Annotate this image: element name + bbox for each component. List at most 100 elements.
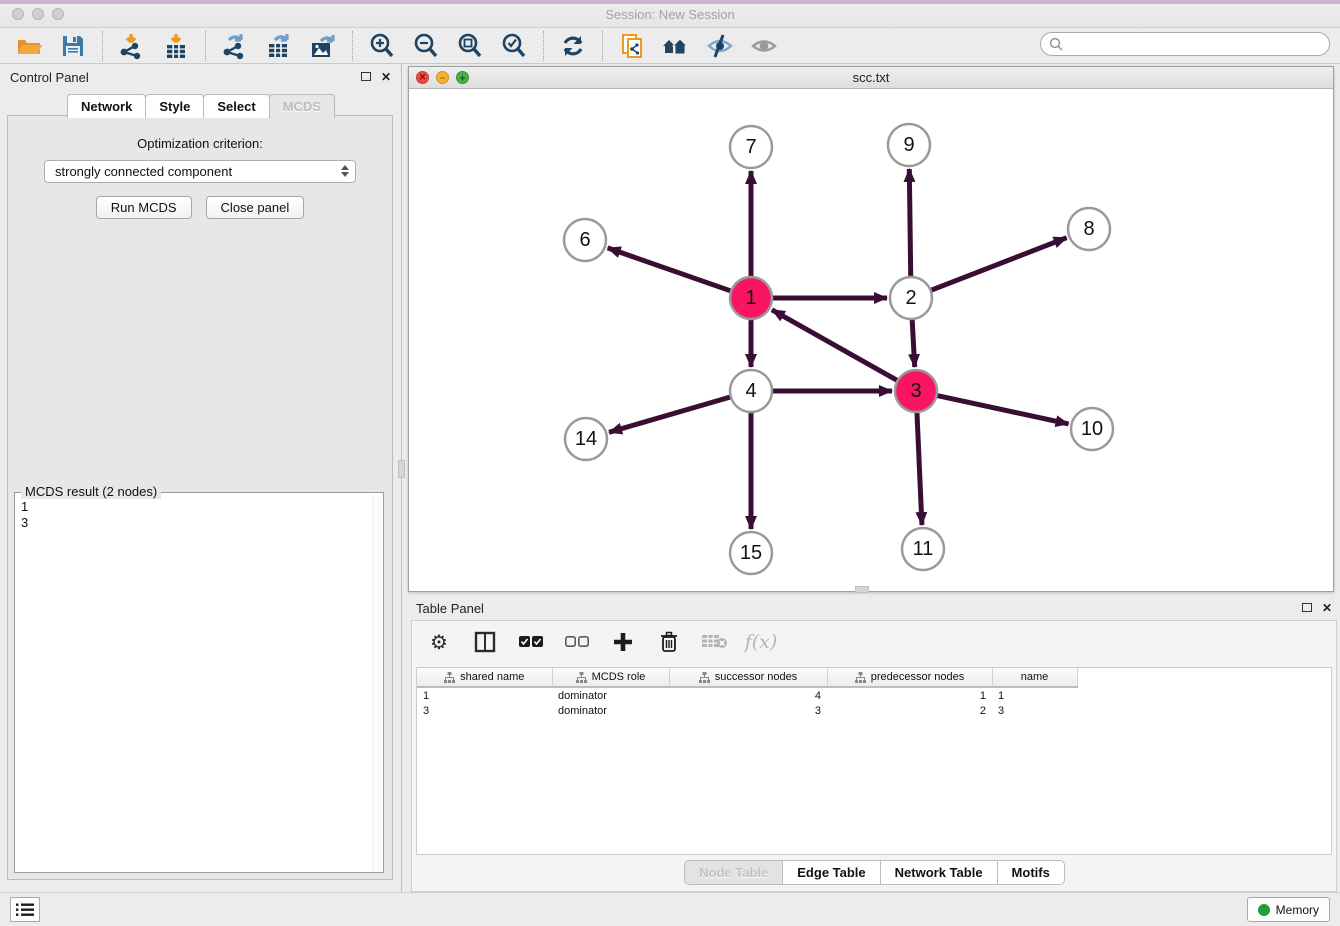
edge-4-14[interactable]: [609, 397, 731, 432]
cell-name[interactable]: 3: [992, 703, 1077, 719]
control-panel-tabs: NetworkStyleSelectMCDS: [0, 94, 401, 118]
cell-shared-name[interactable]: 3: [417, 703, 552, 719]
trash-icon: [659, 631, 679, 653]
edge-1-6[interactable]: [608, 248, 732, 291]
show-panel-button[interactable]: [749, 31, 779, 61]
cell-predecessor-nodes[interactable]: 2: [827, 703, 992, 719]
node-label-15: 15: [740, 542, 762, 564]
import-table-button[interactable]: [161, 31, 191, 61]
add-column-button[interactable]: [610, 629, 636, 655]
optimization-criterion-select[interactable]: strongly connected component: [44, 160, 356, 183]
function-builder-button[interactable]: f(x): [748, 629, 774, 655]
table-row[interactable]: 3dominator323: [417, 703, 1077, 719]
export-image-icon: [309, 32, 337, 60]
zoom-in-button[interactable]: [367, 31, 397, 61]
cell-MCDS-role[interactable]: dominator: [552, 703, 669, 719]
column-selector-button[interactable]: [472, 629, 498, 655]
tab-select[interactable]: Select: [203, 94, 269, 118]
column-header-MCDS-role[interactable]: MCDS role: [552, 668, 669, 687]
main-area: Control Panel ✕ NetworkStyleSelectMCDS O…: [0, 64, 1340, 892]
search-input[interactable]: [1069, 37, 1329, 51]
tab-network[interactable]: Network: [67, 94, 146, 118]
mcds-result-box: MCDS result (2 nodes) 1 3: [14, 492, 384, 873]
zoom-out-button[interactable]: [411, 31, 441, 61]
column-header-successor-nodes[interactable]: successor nodes: [669, 668, 827, 687]
memory-label: Memory: [1276, 903, 1319, 917]
network-canvas[interactable]: 7968124314101511: [409, 89, 1333, 591]
node-label-14: 14: [575, 428, 597, 450]
clone-network-button[interactable]: [617, 31, 647, 61]
cell-successor-nodes[interactable]: 4: [669, 687, 827, 703]
search-icon: [1049, 37, 1063, 51]
cell-MCDS-role[interactable]: dominator: [552, 687, 669, 703]
cell-predecessor-nodes[interactable]: 1: [827, 687, 992, 703]
table-toolbar: ⚙: [412, 621, 1336, 663]
deselect-all-button[interactable]: [564, 629, 590, 655]
float-table-panel-icon[interactable]: [1302, 601, 1312, 615]
zoom-fit-button[interactable]: [455, 31, 485, 61]
splitter-grip-horizontal[interactable]: [855, 586, 869, 593]
zoom-in-icon: [368, 32, 396, 60]
save-session-button[interactable]: [58, 31, 88, 61]
mcds-panel: Optimization criterion: strongly connect…: [7, 115, 393, 880]
memory-button[interactable]: Memory: [1247, 897, 1330, 922]
table-settings-button[interactable]: ⚙: [426, 629, 452, 655]
export-table-button[interactable]: [264, 31, 294, 61]
search-box[interactable]: [1040, 32, 1330, 56]
home-button[interactable]: [661, 31, 691, 61]
import-network-button[interactable]: [117, 31, 147, 61]
edge-3-11[interactable]: [917, 412, 922, 525]
cell-name[interactable]: 1: [992, 687, 1077, 703]
cell-shared-name[interactable]: 1: [417, 687, 552, 703]
close-table-panel-icon[interactable]: ✕: [1322, 601, 1332, 615]
delete-table-button[interactable]: [702, 629, 728, 655]
tab-mcds[interactable]: MCDS: [269, 94, 335, 118]
close-panel-button[interactable]: Close panel: [206, 196, 305, 219]
network-window-titlebar[interactable]: ✕ − + scc.txt: [409, 67, 1333, 89]
table-row[interactable]: 1dominator411: [417, 687, 1077, 703]
node-label-11: 11: [913, 538, 934, 560]
tab-style[interactable]: Style: [145, 94, 204, 118]
edge-2-3[interactable]: [912, 319, 915, 367]
tab-node-table[interactable]: Node Table: [684, 860, 783, 885]
import-network-icon: [118, 32, 146, 60]
network-close-button[interactable]: ✕: [416, 71, 429, 84]
edge-2-9[interactable]: [909, 169, 910, 277]
result-scrollbar[interactable]: [372, 495, 382, 871]
column-type-icon: [855, 672, 866, 683]
table-panel-body: ⚙: [411, 620, 1337, 892]
open-file-button[interactable]: [14, 31, 44, 61]
column-header-shared-name[interactable]: shared name: [417, 668, 552, 687]
column-header-predecessor-nodes[interactable]: predecessor nodes: [827, 668, 992, 687]
float-panel-icon[interactable]: [361, 70, 371, 84]
control-panel: Control Panel ✕ NetworkStyleSelectMCDS O…: [0, 64, 402, 892]
tab-network-table[interactable]: Network Table: [880, 860, 998, 885]
tab-edge-table[interactable]: Edge Table: [782, 860, 880, 885]
zoom-selected-button[interactable]: [499, 31, 529, 61]
edge-3-10[interactable]: [937, 395, 1069, 424]
delete-column-button[interactable]: [656, 629, 682, 655]
window-title: Session: New Session: [0, 7, 1340, 22]
tab-motifs[interactable]: Motifs: [997, 860, 1065, 885]
select-all-button[interactable]: [518, 629, 544, 655]
node-label-3: 3: [910, 380, 921, 402]
memory-status-icon: [1258, 904, 1270, 916]
node-label-4: 4: [745, 380, 756, 402]
network-minimize-button[interactable]: −: [436, 71, 449, 84]
run-mcds-button[interactable]: Run MCDS: [96, 196, 192, 219]
column-header-name[interactable]: name: [992, 668, 1077, 687]
mcds-result-list: 1 3: [15, 495, 371, 872]
export-image-button[interactable]: [308, 31, 338, 61]
cell-successor-nodes[interactable]: 3: [669, 703, 827, 719]
splitter-grip-vertical[interactable]: [398, 460, 405, 478]
network-maximize-button[interactable]: +: [456, 71, 469, 84]
edge-3-1[interactable]: [772, 310, 898, 381]
table-panel: Table Panel ✕ ⚙: [408, 596, 1340, 892]
task-history-button[interactable]: [10, 897, 40, 922]
export-network-button[interactable]: [220, 31, 250, 61]
table-tabs: Node TableEdge TableNetwork TableMotifs: [412, 860, 1336, 885]
edge-2-8[interactable]: [931, 238, 1067, 291]
refresh-button[interactable]: [558, 31, 588, 61]
close-panel-icon[interactable]: ✕: [381, 70, 391, 84]
hide-panel-button[interactable]: [705, 31, 735, 61]
